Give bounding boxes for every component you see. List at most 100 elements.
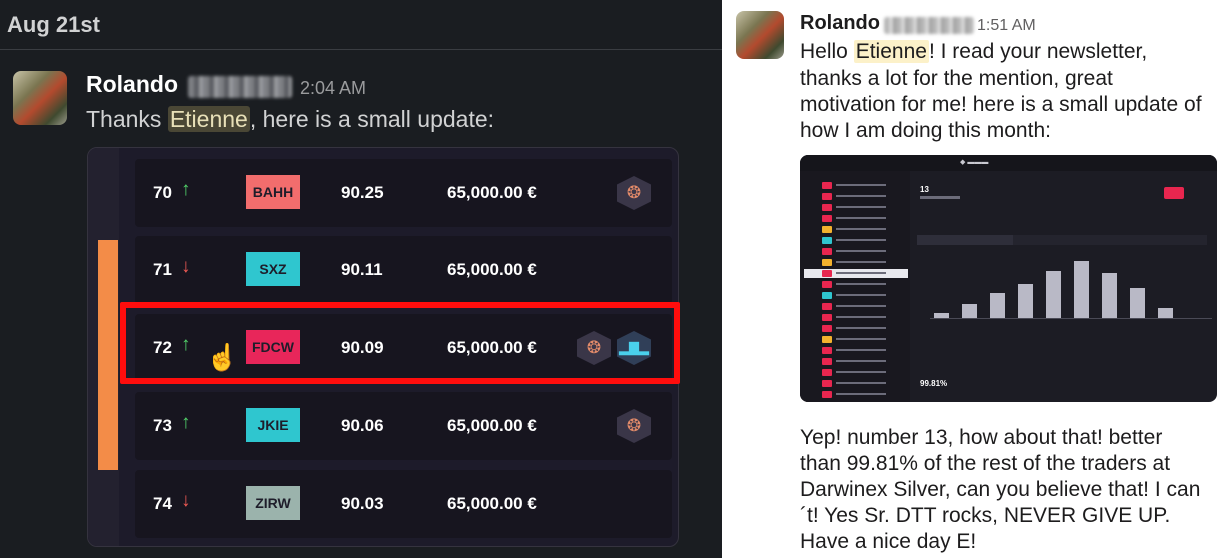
avatar[interactable]: [13, 71, 67, 125]
rank-number: 70: [153, 183, 172, 202]
screenshot-row-text: [836, 272, 886, 274]
screenshot-chip: [822, 226, 832, 233]
screenshot-histogram-bar: [990, 293, 1005, 319]
screenshot-rank: 13: [920, 185, 929, 194]
screenshot-list-row: [804, 335, 908, 344]
screenshot-row-text: [836, 250, 886, 252]
message-text-end: , here is a small update:: [249, 106, 495, 132]
screenshot-row-text: [836, 316, 886, 318]
screenshot-histogram-bar: [1102, 273, 1117, 319]
app-logo: ◆ ▬▬▬: [960, 159, 989, 166]
leaderboard-row[interactable]: 70 ↑ BAHH 90.25 65,000.00 € ❂: [135, 159, 672, 227]
screenshot-chip: [822, 270, 832, 277]
screenshot-chip: [822, 259, 832, 266]
score-value: 90.25: [341, 183, 384, 202]
screenshot-list-row: [804, 236, 908, 245]
laurel-wreath-icon[interactable]: ❂: [617, 409, 651, 443]
screenshot-histogram-bar: [962, 304, 977, 319]
message-timestamp[interactable]: 1:51 AM: [977, 17, 1036, 35]
reply-line: Have a nice day E!: [800, 530, 977, 553]
screenshot-row-text: [836, 239, 886, 241]
screenshot-chip: [822, 204, 832, 211]
leaderboard-row[interactable]: 71 ↓ SXZ 90.11 65,000.00 €: [135, 236, 672, 304]
rank-number: 74: [153, 494, 172, 513]
screenshot-ranking-list: [800, 171, 910, 402]
leaderboard-row[interactable]: 73 ↑ JKIE 90.06 65,000.00 € ❂: [135, 392, 672, 460]
screenshot-chip: [822, 325, 832, 332]
screenshot-list-row: [804, 280, 908, 289]
message-text-start: Hello: [800, 40, 854, 63]
screenshot-histogram-bar: [1018, 284, 1033, 319]
user-mention[interactable]: Etienne: [167, 106, 250, 132]
ticker-badge[interactable]: SXZ: [246, 252, 300, 286]
screenshot-chip: [822, 336, 832, 343]
capital-amount: 65,000.00 €: [447, 260, 537, 279]
screenshot-tabs: [917, 235, 1207, 245]
message-line: thanks a lot for the mention, great: [800, 67, 1113, 90]
score-value: 90.03: [341, 494, 384, 513]
screenshot-list-row: [804, 313, 908, 322]
screenshot-row-text: [836, 206, 886, 208]
screenshot-row-text: [836, 382, 886, 384]
screenshot-chip: [822, 281, 832, 288]
screenshot-chip: [822, 237, 832, 244]
user-mention[interactable]: Etienne: [853, 40, 929, 63]
screenshot-list-row: [804, 181, 908, 190]
screenshot-percentile: 99.81%: [920, 379, 948, 388]
ticker-badge[interactable]: JKIE: [246, 408, 300, 442]
screenshot-chip: [822, 303, 832, 310]
message-text-start: Thanks: [86, 106, 168, 132]
screenshot-chip: [822, 193, 832, 200]
ticker-badge[interactable]: ZIRW: [246, 486, 300, 520]
reply-line: Yep! number 13, how about that! better: [800, 426, 1163, 449]
redacted-surname: [188, 76, 292, 98]
reply-line: than 99.81% of the rest of the traders a…: [800, 452, 1171, 475]
screenshot-list-row: [804, 368, 908, 377]
rank-number: 73: [153, 416, 172, 435]
screenshot-row-text: [836, 217, 886, 219]
date-label[interactable]: Aug 21st: [7, 12, 100, 38]
screenshot-row-text: [836, 195, 886, 197]
screenshot-list-row: [804, 390, 908, 399]
ticker-badge[interactable]: BAHH: [246, 175, 300, 209]
screenshot-header: ◆ ▬▬▬: [800, 155, 1217, 171]
screenshot-chip: [822, 215, 832, 222]
screenshot-row-text: [836, 261, 886, 263]
screenshot-chip: [822, 369, 832, 376]
sender-name[interactable]: Rolando: [86, 71, 178, 98]
capital-amount: 65,000.00 €: [447, 416, 537, 435]
screenshot-axis: [930, 318, 1212, 319]
screenshot-histogram-bar: [1074, 261, 1089, 319]
sender-name[interactable]: Rolando: [800, 12, 880, 35]
screenshot-chip: [822, 292, 832, 299]
score-value: 90.11: [341, 260, 383, 279]
screenshot-list-row: [804, 346, 908, 355]
screenshot-row-text: [836, 338, 886, 340]
screenshot-chip: [822, 391, 832, 398]
avatar[interactable]: [736, 11, 784, 59]
screenshot-list-row: [804, 357, 908, 366]
screenshot-list-row: [804, 379, 908, 388]
screenshot-tab-active: [917, 235, 1013, 245]
screenshot-chip: [822, 380, 832, 387]
arrow-up-icon: ↑: [181, 179, 191, 200]
screenshot-chip: [822, 314, 832, 321]
message-line: motivation for me! here is a small updat…: [800, 93, 1202, 116]
capital-amount: 65,000.00 €: [447, 494, 537, 513]
screenshot-row-text: [836, 228, 886, 230]
screenshot-row-text: [836, 294, 886, 296]
capital-amount: 65,000.00 €: [447, 183, 537, 202]
screenshot-chip: [822, 347, 832, 354]
screenshot-chip: [822, 182, 832, 189]
message-timestamp[interactable]: 2:04 AM: [300, 78, 366, 99]
reply-line: ´t! Yes Sr. DTT rocks, NEVER GIVE UP.: [800, 504, 1171, 527]
message-line: Hello Etienne! I read your newsletter,: [800, 39, 1147, 65]
highlight-box: [120, 302, 680, 384]
leaderboard-row[interactable]: 74 ↓ ZIRW 90.03 65,000.00 €: [135, 470, 672, 538]
laurel-wreath-icon[interactable]: ❂: [617, 176, 651, 210]
screenshot-row-text: [836, 349, 886, 351]
screenshot-badge: [1164, 187, 1184, 199]
screenshot-row-text: [836, 360, 886, 362]
screenshot-list-row: [804, 269, 908, 278]
attached-screenshot[interactable]: ◆ ▬▬▬ 13 99.81%: [800, 155, 1217, 402]
